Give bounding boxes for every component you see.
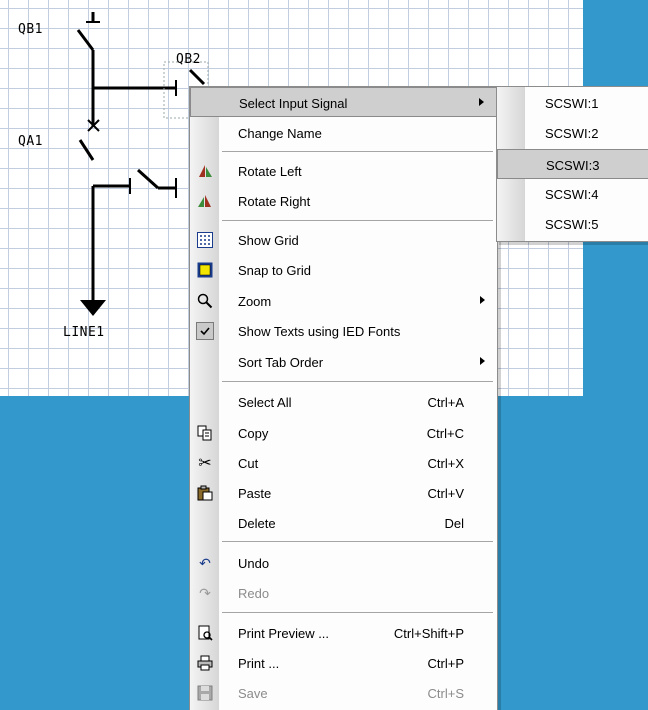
submenu-arrow-icon <box>480 296 485 304</box>
shortcut-label: Del <box>444 516 464 531</box>
shortcut-label: Ctrl+C <box>426 426 464 441</box>
line-arrow <box>80 300 106 316</box>
menu-item-label: Print Preview ... <box>238 626 330 641</box>
menu-item-save[interactable]: Save Ctrl+S <box>190 678 497 708</box>
menu-item-label: Copy <box>238 426 269 441</box>
submenu-item-label: SCSWI:4 <box>545 187 599 202</box>
menu-item-label: Zoom <box>238 294 272 309</box>
menu-item-copy[interactable]: Copy Ctrl+C <box>190 418 497 448</box>
rotate-left-icon <box>196 162 214 180</box>
menu-item-label: Snap to Grid <box>238 263 311 278</box>
save-icon <box>196 684 214 702</box>
label-qa1: QA1 <box>18 134 43 149</box>
submenu-item-label: SCSWI:3 <box>546 158 600 173</box>
shortcut-label: Ctrl+S <box>427 686 464 701</box>
menu-item-label: Select Input Signal <box>239 96 348 111</box>
menu-separator <box>222 381 493 382</box>
shortcut-label: Ctrl+A <box>427 395 464 410</box>
menu-separator <box>222 612 493 613</box>
submenu-item-label: SCSWI:5 <box>545 217 599 232</box>
menu-item-cut[interactable]: ✂ Cut Ctrl+X <box>190 448 497 478</box>
printer-icon <box>196 654 214 672</box>
menu-item-sort-tab-order[interactable]: Sort Tab Order <box>190 347 497 377</box>
menu-item-rotate-left[interactable]: Rotate Left <box>190 156 497 186</box>
paste-icon <box>196 484 214 502</box>
menu-item-select-all[interactable]: Select All Ctrl+A <box>190 387 497 417</box>
menu-item-select-input-signal[interactable]: Select Input Signal <box>190 87 497 117</box>
shortcut-label: Ctrl+X <box>427 456 464 471</box>
qb2-blade <box>188 68 206 86</box>
menu-item-print-preview[interactable]: Print Preview ... Ctrl+Shift+P <box>190 618 497 648</box>
menu-item-snap-to-grid[interactable]: Snap to Grid <box>190 255 497 285</box>
select-input-signal-submenu: SCSWI:1 SCSWI:2 SCSWI:3 SCSWI:4 SCSWI:5 <box>496 86 648 242</box>
menu-item-label: Sort Tab Order <box>238 355 324 370</box>
label-line1: LINE1 <box>63 325 105 340</box>
menu-item-delete[interactable]: Delete Del <box>190 508 497 538</box>
submenu-item-scswi-5[interactable]: SCSWI:5 <box>497 209 648 239</box>
submenu-item-label: SCSWI:1 <box>545 96 599 111</box>
menu-item-paste[interactable]: Paste Ctrl+V <box>190 478 497 508</box>
menu-item-label: Cut <box>238 456 259 471</box>
snap-grid-icon <box>196 261 214 279</box>
menu-separator <box>222 151 493 152</box>
grid-icon <box>196 231 214 249</box>
menu-item-label: Redo <box>238 586 270 601</box>
menu-item-label: Paste <box>238 486 272 501</box>
submenu-item-scswi-4[interactable]: SCSWI:4 <box>497 179 648 209</box>
shortcut-label: Ctrl+Shift+P <box>393 626 464 641</box>
submenu-arrow-icon <box>480 357 485 365</box>
menu-item-undo[interactable]: ↶ Undo <box>190 548 497 578</box>
menu-item-label: Rotate Right <box>238 194 311 209</box>
menu-item-label: Rotate Left <box>238 164 302 179</box>
context-menu: Select Input Signal Change Name Rotate L… <box>189 86 498 710</box>
menu-item-label: Change Name <box>238 126 322 141</box>
scissors-icon: ✂ <box>198 455 212 472</box>
menu-item-redo[interactable]: ↷ Redo <box>190 578 497 608</box>
label-qb1: QB1 <box>18 22 43 37</box>
earth-switch-blade <box>136 168 160 190</box>
menu-item-label: Delete <box>238 516 276 531</box>
menu-item-label: Print ... <box>238 656 280 671</box>
shortcut-label: Ctrl+P <box>427 656 464 671</box>
menu-item-label: Undo <box>238 556 270 571</box>
menu-item-label: Show Texts using IED Fonts <box>238 324 401 339</box>
submenu-arrow-icon <box>479 98 484 106</box>
menu-item-label: Select All <box>238 395 292 410</box>
menu-item-label: Show Grid <box>238 233 299 248</box>
submenu-item-scswi-2[interactable]: SCSWI:2 <box>497 118 648 148</box>
menu-item-show-grid[interactable]: Show Grid <box>190 225 497 255</box>
shortcut-label: Ctrl+V <box>427 486 464 501</box>
rotate-right-icon <box>196 192 214 210</box>
menu-item-rotate-right[interactable]: Rotate Right <box>190 186 497 216</box>
menu-separator <box>222 220 493 221</box>
menu-separator <box>222 541 493 542</box>
qb1-blade <box>76 29 95 51</box>
menu-item-change-name[interactable]: Change Name <box>190 118 497 148</box>
checkmark-icon <box>196 322 214 340</box>
submenu-item-label: SCSWI:2 <box>545 126 599 141</box>
label-qb2: QB2 <box>176 52 201 67</box>
copy-icon <box>196 424 214 442</box>
submenu-item-scswi-3[interactable]: SCSWI:3 <box>497 149 648 179</box>
menu-item-zoom[interactable]: Zoom <box>190 286 497 316</box>
menu-item-label: Save <box>238 686 268 701</box>
submenu-item-scswi-1[interactable]: SCSWI:1 <box>497 88 648 118</box>
qa1-blade <box>78 139 95 161</box>
print-preview-icon <box>196 624 214 642</box>
redo-icon: ↷ <box>199 584 211 601</box>
menu-item-print[interactable]: Print ... Ctrl+P <box>190 648 497 678</box>
magnifier-icon <box>196 292 214 310</box>
menu-item-show-texts-ied-fonts[interactable]: Show Texts using IED Fonts <box>190 316 497 346</box>
undo-icon: ↶ <box>199 554 211 571</box>
